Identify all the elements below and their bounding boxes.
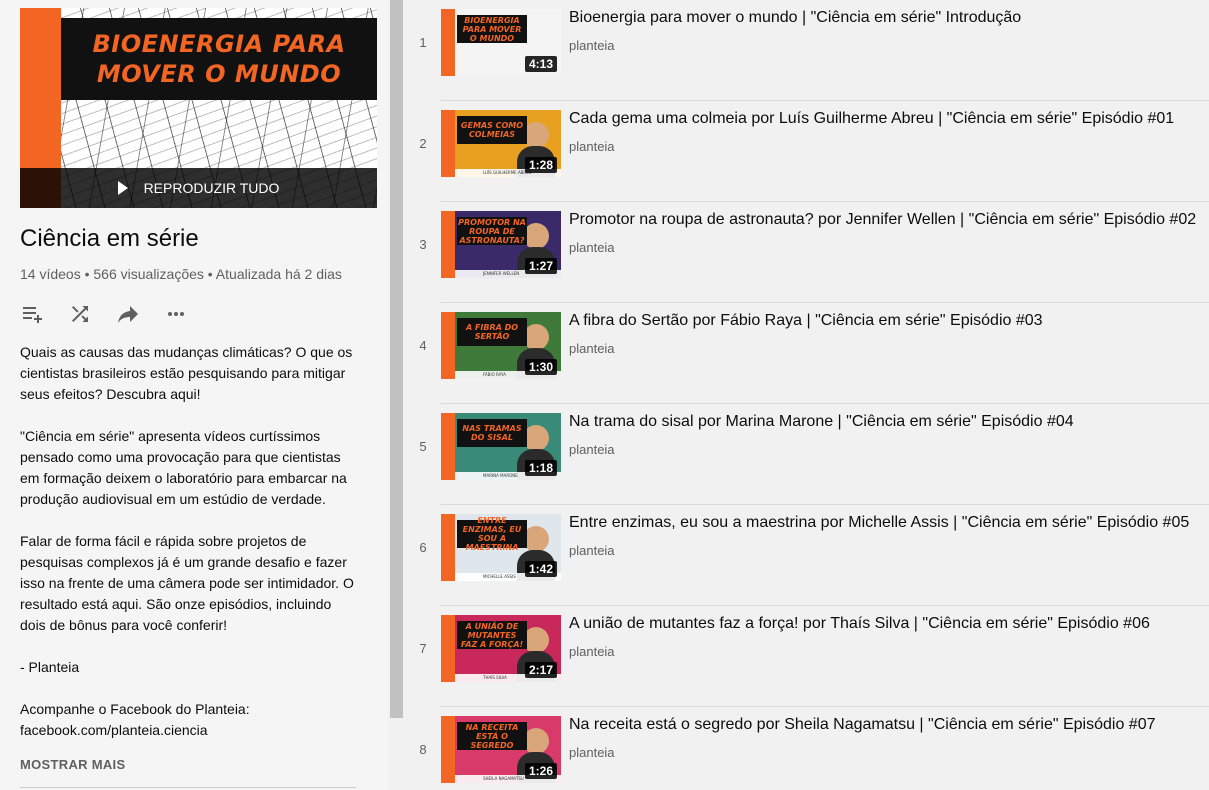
video-duration: 1:30 — [524, 359, 557, 375]
thumbnail-stripe — [441, 413, 455, 480]
thumbnail-caption: NAS TRAMAS DO SISAL — [457, 419, 527, 447]
playlist-video-item[interactable]: 8 NA RECEITA ESTÁ O SEGREDO SHEILA NAGAM… — [405, 707, 1209, 790]
video-duration: 1:18 — [524, 460, 557, 476]
video-duration: 1:27 — [524, 258, 557, 274]
video-title[interactable]: Na receita está o segredo por Sheila Nag… — [569, 716, 1156, 734]
playlist-sidebar: BIOENERGIA PARA MOVER O MUNDO REPRODUZIR… — [0, 0, 388, 790]
playlist-video-list: 1 BIOENERGIA PARA MOVER O MUNDO 4:13 Bio… — [405, 0, 1209, 790]
thumbnail-stripe — [441, 312, 455, 379]
playlist-description: Quais as causas das mudanças climáticas?… — [20, 342, 360, 762]
thumbnail-title-box: BIOENERGIA PARA MOVER O MUNDO — [61, 18, 377, 100]
channel-name[interactable]: planteia — [569, 644, 615, 659]
thumbnail-stripe — [441, 514, 455, 581]
playlist-video-item[interactable]: 2 GEMAS COMO COLMEIAS LUÍS GUILHERME ABR… — [405, 101, 1209, 202]
channel-name[interactable]: planteia — [569, 240, 615, 255]
playlist-video-item[interactable]: 6 ENTRE ENZIMAS, EU SOU A MAESTRINA MICH… — [405, 505, 1209, 606]
thumbnail-stripe — [441, 615, 455, 682]
playlist-video-item[interactable]: 7 A UNIÃO DE MUTANTES FAZ A FORÇA! THAÍS… — [405, 606, 1209, 707]
video-title[interactable]: Entre enzimas, eu sou a maestrina por Mi… — [569, 514, 1189, 532]
video-thumbnail[interactable]: A FIBRA DO SERTÃO FÁBIO RAYA 1:30 — [441, 312, 561, 379]
channel-name[interactable]: planteia — [569, 341, 615, 356]
playlist-actions — [20, 302, 212, 326]
more-icon — [168, 312, 184, 316]
shuffle-button[interactable] — [68, 302, 116, 326]
playlist-stats: 14 vídeos • 566 visualizações • Atualiza… — [20, 266, 342, 282]
play-icon — [117, 181, 128, 195]
add-to-queue-icon — [23, 307, 42, 323]
video-thumbnail[interactable]: ENTRE ENZIMAS, EU SOU A MAESTRINA MICHEL… — [441, 514, 561, 581]
video-title[interactable]: Na trama do sisal por Marina Marone | "C… — [569, 413, 1074, 431]
description-paragraph: "Ciência em série" apresenta vídeos curt… — [20, 428, 347, 507]
video-index: 3 — [419, 237, 427, 252]
video-title[interactable]: A fibra do Sertão por Fábio Raya | "Ciên… — [569, 312, 1043, 330]
video-title[interactable]: A união de mutantes faz a força! por Tha… — [569, 615, 1150, 633]
playlist-video-item[interactable]: 3 PROMOTOR NA ROUPA DE ASTRONAUTA? JENNI… — [405, 202, 1209, 303]
more-options-button[interactable] — [164, 302, 212, 326]
video-index: 8 — [419, 742, 427, 757]
thumbnail-stripe — [441, 9, 455, 76]
video-title[interactable]: Promotor na roupa de astronauta? por Jen… — [569, 211, 1196, 229]
playlist-video-item[interactable]: 5 NAS TRAMAS DO SISAL MARINA MARONE 1:18… — [405, 404, 1209, 505]
thumbnail-caption: PROMOTOR NA ROUPA DE ASTRONAUTA? — [457, 217, 527, 245]
video-duration: 1:26 — [524, 763, 557, 779]
channel-name[interactable]: planteia — [569, 745, 615, 760]
channel-name[interactable]: planteia — [569, 442, 615, 457]
scrollbar-thumb[interactable] — [390, 0, 403, 718]
video-duration: 1:42 — [524, 561, 557, 577]
video-index: 7 — [419, 641, 427, 656]
video-title[interactable]: Cada gema uma colmeia por Luís Guilherme… — [569, 110, 1174, 128]
play-all-label: REPRODUZIR TUDO — [143, 180, 280, 196]
playlist-title: Ciência em série — [20, 225, 199, 252]
video-thumbnail[interactable]: PROMOTOR NA ROUPA DE ASTRONAUTA? JENNIFE… — [441, 211, 561, 278]
show-more-button[interactable]: MOSTRAR MAIS — [20, 757, 125, 772]
thumbnail-caption: NA RECEITA ESTÁ O SEGREDO — [457, 722, 527, 750]
video-index: 5 — [419, 439, 427, 454]
add-to-queue-button[interactable] — [20, 302, 68, 326]
video-thumbnail[interactable]: NA RECEITA ESTÁ O SEGREDO SHEILA NAGAMAT… — [441, 716, 561, 783]
channel-name[interactable]: planteia — [569, 38, 615, 53]
channel-name[interactable]: planteia — [569, 139, 615, 154]
thumbnail-caption: ENTRE ENZIMAS, EU SOU A MAESTRINA — [457, 516, 527, 552]
scrollbar[interactable] — [388, 0, 405, 790]
playlist-thumbnail[interactable]: BIOENERGIA PARA MOVER O MUNDO REPRODUZIR… — [20, 8, 377, 208]
video-duration: 2:17 — [524, 662, 557, 678]
thumbnail-stripe — [441, 211, 455, 278]
video-thumbnail[interactable]: A UNIÃO DE MUTANTES FAZ A FORÇA! THAÍS S… — [441, 615, 561, 682]
playlist-video-item[interactable]: 4 A FIBRA DO SERTÃO FÁBIO RAYA 1:30 A fi… — [405, 303, 1209, 404]
description-paragraph: Acompanhe o Facebook do Planteia: facebo… — [20, 701, 250, 738]
thumbnail-caption: GEMAS COMO COLMEIAS — [457, 116, 527, 144]
divider — [20, 787, 356, 788]
share-icon — [118, 306, 138, 323]
video-title[interactable]: Bioenergia para mover o mundo | "Ciência… — [569, 9, 1021, 27]
video-thumbnail[interactable]: GEMAS COMO COLMEIAS LUÍS GUILHERME ABREU… — [441, 110, 561, 177]
channel-name[interactable]: planteia — [569, 543, 615, 558]
play-all-button[interactable]: REPRODUZIR TUDO — [20, 168, 377, 208]
video-index: 2 — [419, 136, 427, 151]
thumbnail-stripe — [441, 716, 455, 783]
thumbnail-stripe — [441, 110, 455, 177]
video-index: 1 — [419, 35, 427, 50]
description-paragraph: Falar de forma fácil e rápida sobre proj… — [20, 533, 354, 633]
video-index: 4 — [419, 338, 427, 353]
video-index: 6 — [419, 540, 427, 555]
description-paragraph: - Planteia — [20, 659, 80, 675]
video-duration: 4:13 — [524, 56, 557, 72]
share-button[interactable] — [116, 302, 164, 326]
thumbnail-caption: A FIBRA DO SERTÃO — [457, 318, 527, 346]
thumbnail-title-line2: MOVER O MUNDO — [96, 60, 342, 88]
thumbnail-title-line1: BIOENERGIA PARA — [92, 30, 346, 58]
thumbnail-caption: A UNIÃO DE MUTANTES FAZ A FORÇA! — [457, 621, 527, 649]
playlist-video-item[interactable]: 1 BIOENERGIA PARA MOVER O MUNDO 4:13 Bio… — [405, 0, 1209, 101]
shuffle-icon — [72, 306, 88, 322]
description-paragraph: Quais as causas das mudanças climáticas?… — [20, 344, 353, 402]
thumbnail-caption: BIOENERGIA PARA MOVER O MUNDO — [457, 15, 527, 43]
video-thumbnail[interactable]: NAS TRAMAS DO SISAL MARINA MARONE 1:18 — [441, 413, 561, 480]
video-thumbnail[interactable]: BIOENERGIA PARA MOVER O MUNDO 4:13 — [441, 9, 561, 76]
video-duration: 1:28 — [524, 157, 557, 173]
